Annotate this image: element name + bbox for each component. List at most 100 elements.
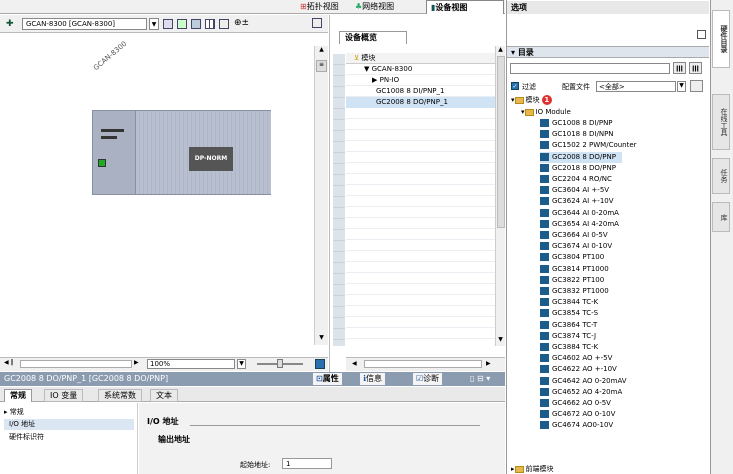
- overview-left-icon[interactable]: ◀: [352, 360, 357, 367]
- search-icon[interactable]: ǀǀǀ: [673, 62, 686, 74]
- profile-select[interactable]: <全部>: [596, 81, 676, 92]
- folder-icon: [514, 465, 524, 473]
- table-icon[interactable]: [219, 19, 229, 29]
- device-add-icon[interactable]: ✚: [6, 19, 14, 29]
- catalog-item[interactable]: GC4662 AO 0-5V: [540, 398, 611, 409]
- tab-device[interactable]: ▮设备视图: [426, 0, 504, 14]
- hscroll-right-icon[interactable]: ▶: [134, 359, 139, 366]
- tab-io-tags[interactable]: IO 变量: [44, 389, 84, 402]
- toolbar-icon-1[interactable]: [163, 19, 173, 29]
- side-tab-libraries[interactable]: 库: [712, 202, 730, 232]
- nav-hw-identifier[interactable]: 硬件标识符: [9, 432, 44, 442]
- overview-scroll-thumb[interactable]: [497, 56, 505, 228]
- scroll-thumb[interactable]: ≡: [316, 60, 327, 72]
- zoom-slider-handle[interactable]: [277, 359, 283, 368]
- hscroll-track[interactable]: [20, 360, 132, 368]
- catalog-item[interactable]: GC4622 AO +-10V: [540, 364, 617, 375]
- catalog-item[interactable]: GC3804 PT100: [540, 252, 604, 263]
- catalog-item[interactable]: GC3644 AI 0-20mA: [540, 208, 619, 219]
- canvas-vscrollbar[interactable]: ▲ ≡ ▼: [314, 46, 328, 345]
- panel-toggle-icon[interactable]: [312, 18, 322, 28]
- overview-scroll-up-icon[interactable]: ▲: [496, 46, 505, 53]
- side-tab-online-tools[interactable]: 在线工具: [712, 94, 730, 150]
- rack[interactable]: DP-NORM: [92, 110, 271, 195]
- catalog-item[interactable]: GC3864 TC-T: [540, 320, 597, 331]
- head-module[interactable]: [93, 111, 136, 194]
- side-tab-hardware-catalog[interactable]: 硬件目录: [712, 10, 730, 68]
- overview-row[interactable]: ▼ GCAN-8300: [364, 64, 412, 75]
- zoom-dropdown-icon[interactable]: ▼: [237, 359, 246, 369]
- module-icon: [540, 421, 549, 430]
- catalog-item[interactable]: GC2018 8 DO/PNP: [540, 163, 616, 174]
- catalog-item[interactable]: GC1018 8 DI/NPN: [540, 129, 614, 140]
- catalog-item[interactable]: GC3664 AI 0-5V: [540, 230, 608, 241]
- overview-row[interactable]: GC1008 8 DI/PNP_1: [376, 86, 444, 97]
- module-icon: [540, 387, 549, 396]
- tree-folder-io-module[interactable]: ▾ IO Module: [521, 107, 571, 118]
- profile-dropdown-icon[interactable]: ▼: [677, 81, 686, 92]
- tree-folder-frontend[interactable]: ▸ 前端模块: [511, 464, 554, 474]
- device-select-dropdown-icon[interactable]: ▼: [149, 18, 159, 30]
- catalog-item[interactable]: GC3674 AI 0-10V: [540, 241, 612, 252]
- catalog-item[interactable]: GC1502 2 PWM/Counter: [540, 140, 637, 151]
- catalog-item[interactable]: GC3844 TC-K: [540, 297, 598, 308]
- catalog-item[interactable]: GC3832 PT1000: [540, 286, 609, 297]
- canvas-fit-icon[interactable]: [315, 359, 325, 369]
- catalog-item[interactable]: GC3624 AI +-10V: [540, 196, 614, 207]
- hscroll-left-icon[interactable]: ◀ ‖: [4, 359, 14, 366]
- led-bar-1: [101, 129, 124, 132]
- scroll-down-icon[interactable]: ▼: [316, 334, 327, 343]
- tab-info[interactable]: ℹ信息: [360, 373, 386, 385]
- overview-row[interactable]: ▶ PN-IO: [372, 75, 399, 86]
- catalog-item[interactable]: GC3884 TC-K: [540, 342, 598, 353]
- catalog-item[interactable]: GC3654 AI 4-20mA: [540, 219, 619, 230]
- overview-scroll-down-icon[interactable]: ▼: [496, 336, 505, 343]
- catalog-search-input[interactable]: [510, 63, 670, 74]
- nav-io-address[interactable]: I/O 地址: [4, 419, 134, 430]
- module-icon: [540, 175, 549, 183]
- side-tab-tasks[interactable]: 任务: [712, 158, 730, 194]
- toolbar-icon-3[interactable]: [191, 19, 201, 29]
- catalog-item[interactable]: GC3854 TC-S: [540, 308, 598, 319]
- dp-norm-module[interactable]: DP-NORM: [189, 147, 233, 171]
- overview-hscroll[interactable]: [364, 360, 482, 368]
- toolbar-icon-2[interactable]: [177, 19, 187, 29]
- nav-general[interactable]: ▸ 常规: [4, 407, 24, 417]
- tab-network[interactable]: ♣网络视图: [355, 1, 394, 13]
- profile-edit-icon[interactable]: [690, 80, 703, 92]
- catalog-item[interactable]: GC4642 AO 0-20mAV: [540, 376, 627, 387]
- overview-vscrollbar[interactable]: ▲ ▼: [495, 46, 505, 346]
- scroll-up-icon[interactable]: ▲: [316, 46, 327, 55]
- catalog-item-selected[interactable]: GC2008 8 DO/PNP: [540, 151, 622, 163]
- device-canvas[interactable]: GCAN-8300 DP-NORM: [0, 34, 314, 345]
- tab-system-constants[interactable]: 系统常数: [98, 389, 142, 402]
- filter-checkbox[interactable]: ✓: [511, 82, 519, 90]
- catalog-item[interactable]: GC3814 PT1000: [540, 264, 609, 275]
- catalog-item[interactable]: GC3604 AI +-5V: [540, 185, 609, 196]
- catalog-item[interactable]: GC4602 AO +-5V: [540, 353, 612, 364]
- zoom-icon[interactable]: ⊕±: [234, 18, 249, 28]
- catalog-item[interactable]: GC4672 AO 0-10V: [540, 409, 615, 420]
- tab-properties[interactable]: ⊡属性: [313, 373, 342, 385]
- inspector-window-icons[interactable]: ▯ ⊟ ▾: [470, 374, 490, 383]
- device-select[interactable]: GCAN-8300 [GCAN-8300]: [22, 18, 147, 30]
- catalog-item[interactable]: GC3822 PT100: [540, 275, 604, 286]
- catalog-item[interactable]: GC4674 AO0-10V: [540, 420, 613, 431]
- catalog-item[interactable]: GC2204 4 RO/NC: [540, 174, 612, 185]
- tab-topology[interactable]: ⊞拓扑视图: [300, 1, 339, 13]
- tree-folder-module[interactable]: ▾ 模块 1: [511, 95, 552, 106]
- tab-diagnostics[interactable]: ☑诊断: [413, 373, 443, 385]
- tab-general[interactable]: 常规: [4, 389, 32, 402]
- catalog-item[interactable]: GC3874 TC-J: [540, 331, 596, 342]
- catalog-restore-icon[interactable]: [697, 30, 706, 39]
- catalog-item[interactable]: GC4652 AO 4-20mA: [540, 387, 622, 398]
- overview-row-selected[interactable]: GC2008 8 DO/PNP_1: [346, 97, 495, 109]
- catalog-section-bar[interactable]: ▾ 目录: [507, 46, 709, 58]
- catalog-item[interactable]: GC1008 8 DI/PNP: [540, 118, 613, 129]
- grid-icon[interactable]: [205, 19, 215, 29]
- zoom-select[interactable]: 100%: [147, 359, 235, 369]
- start-address-input[interactable]: 1: [282, 458, 332, 469]
- tab-texts[interactable]: 文本: [150, 389, 178, 402]
- overview-right-icon[interactable]: ▶: [486, 360, 491, 367]
- search-reverse-icon[interactable]: ǀǀǀ: [689, 62, 702, 74]
